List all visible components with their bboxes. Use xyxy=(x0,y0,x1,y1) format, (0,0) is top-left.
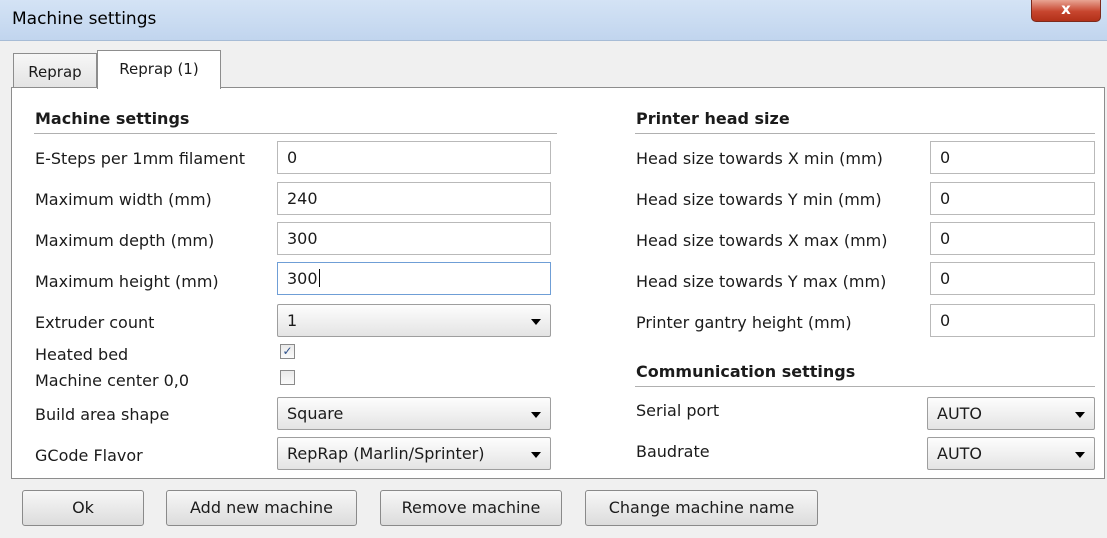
max-height-value: 300 xyxy=(287,269,318,288)
serial-port-dropdown[interactable]: AUTO xyxy=(927,397,1095,430)
chevron-down-icon xyxy=(531,452,541,458)
gantry-height-label: Printer gantry height (mm) xyxy=(636,313,852,332)
section-divider xyxy=(635,133,1095,134)
head-y-max-field[interactable]: 0 xyxy=(930,262,1095,295)
max-depth-field[interactable]: 300 xyxy=(277,222,551,255)
e-steps-field[interactable]: 0 xyxy=(277,141,551,174)
max-width-field[interactable]: 240 xyxy=(277,182,551,215)
max-height-label: Maximum height (mm) xyxy=(35,272,219,291)
head-y-min-field[interactable]: 0 xyxy=(930,182,1095,215)
head-x-max-label: Head size towards X max (mm) xyxy=(636,231,888,250)
baudrate-value: AUTO xyxy=(937,444,983,463)
chevron-down-icon xyxy=(531,319,541,325)
window-title: Machine settings xyxy=(12,9,157,29)
extruder-count-dropdown[interactable]: 1 xyxy=(277,304,551,337)
gcode-flavor-value: RepRap (Marlin/Sprinter) xyxy=(287,444,485,463)
baudrate-dropdown[interactable]: AUTO xyxy=(927,437,1095,470)
communication-settings-heading: Communication settings xyxy=(636,362,856,381)
tab-reprap[interactable]: Reprap xyxy=(13,53,97,89)
text-caret xyxy=(318,269,320,287)
add-new-machine-button[interactable]: Add new machine xyxy=(166,490,357,526)
change-machine-name-button[interactable]: Change machine name xyxy=(585,490,818,526)
head-y-min-value: 0 xyxy=(940,189,951,208)
checkmark-icon: ✓ xyxy=(282,344,293,358)
section-divider xyxy=(34,133,557,134)
build-area-shape-dropdown[interactable]: Square xyxy=(277,397,551,430)
max-width-value: 240 xyxy=(287,189,318,208)
chevron-down-icon xyxy=(531,412,541,418)
tab-strip: Reprap Reprap (1) xyxy=(0,41,1107,89)
head-y-max-label: Head size towards Y max (mm) xyxy=(636,272,887,291)
max-depth-label: Maximum depth (mm) xyxy=(35,231,215,250)
extruder-count-value: 1 xyxy=(287,311,298,330)
tab-label: Reprap xyxy=(28,63,82,81)
max-width-label: Maximum width (mm) xyxy=(35,190,212,209)
section-divider xyxy=(635,386,1095,387)
title-bar: Machine settings x xyxy=(0,0,1107,41)
chevron-down-icon xyxy=(1075,452,1085,458)
serial-port-label: Serial port xyxy=(636,401,720,420)
build-area-shape-label: Build area shape xyxy=(35,405,170,424)
head-x-max-field[interactable]: 0 xyxy=(930,222,1095,255)
e-steps-value: 0 xyxy=(287,148,298,167)
head-x-min-value: 0 xyxy=(940,148,951,167)
extruder-count-label: Extruder count xyxy=(35,313,155,332)
close-button[interactable]: x xyxy=(1031,0,1101,22)
build-area-shape-value: Square xyxy=(287,404,344,423)
max-height-field[interactable]: 300 xyxy=(277,262,551,295)
tab-reprap-1[interactable]: Reprap (1) xyxy=(97,50,221,89)
heated-bed-checkbox[interactable]: ✓ xyxy=(280,344,295,359)
printer-head-size-heading: Printer head size xyxy=(636,109,790,128)
head-x-max-value: 0 xyxy=(940,229,951,248)
e-steps-label: E-Steps per 1mm filament xyxy=(35,149,246,168)
serial-port-value: AUTO xyxy=(937,404,983,423)
head-x-min-field[interactable]: 0 xyxy=(930,141,1095,174)
gcode-flavor-dropdown[interactable]: RepRap (Marlin/Sprinter) xyxy=(277,437,551,470)
max-depth-value: 300 xyxy=(287,229,318,248)
machine-center-label: Machine center 0,0 xyxy=(35,371,190,390)
gcode-flavor-label: GCode Flavor xyxy=(35,446,143,465)
machine-center-checkbox[interactable] xyxy=(280,370,295,385)
gantry-height-field[interactable]: 0 xyxy=(930,304,1095,337)
tab-label: Reprap (1) xyxy=(119,60,199,78)
head-y-min-label: Head size towards Y min (mm) xyxy=(636,190,882,209)
gantry-height-value: 0 xyxy=(940,311,951,330)
chevron-down-icon xyxy=(1075,412,1085,418)
remove-machine-button[interactable]: Remove machine xyxy=(380,490,562,526)
ok-button[interactable]: Ok xyxy=(22,490,144,526)
close-icon: x xyxy=(1061,0,1071,18)
head-x-min-label: Head size towards X min (mm) xyxy=(636,149,883,168)
head-y-max-value: 0 xyxy=(940,269,951,288)
baudrate-label: Baudrate xyxy=(636,442,710,461)
heated-bed-label: Heated bed xyxy=(35,345,129,364)
machine-settings-heading: Machine settings xyxy=(35,109,190,128)
